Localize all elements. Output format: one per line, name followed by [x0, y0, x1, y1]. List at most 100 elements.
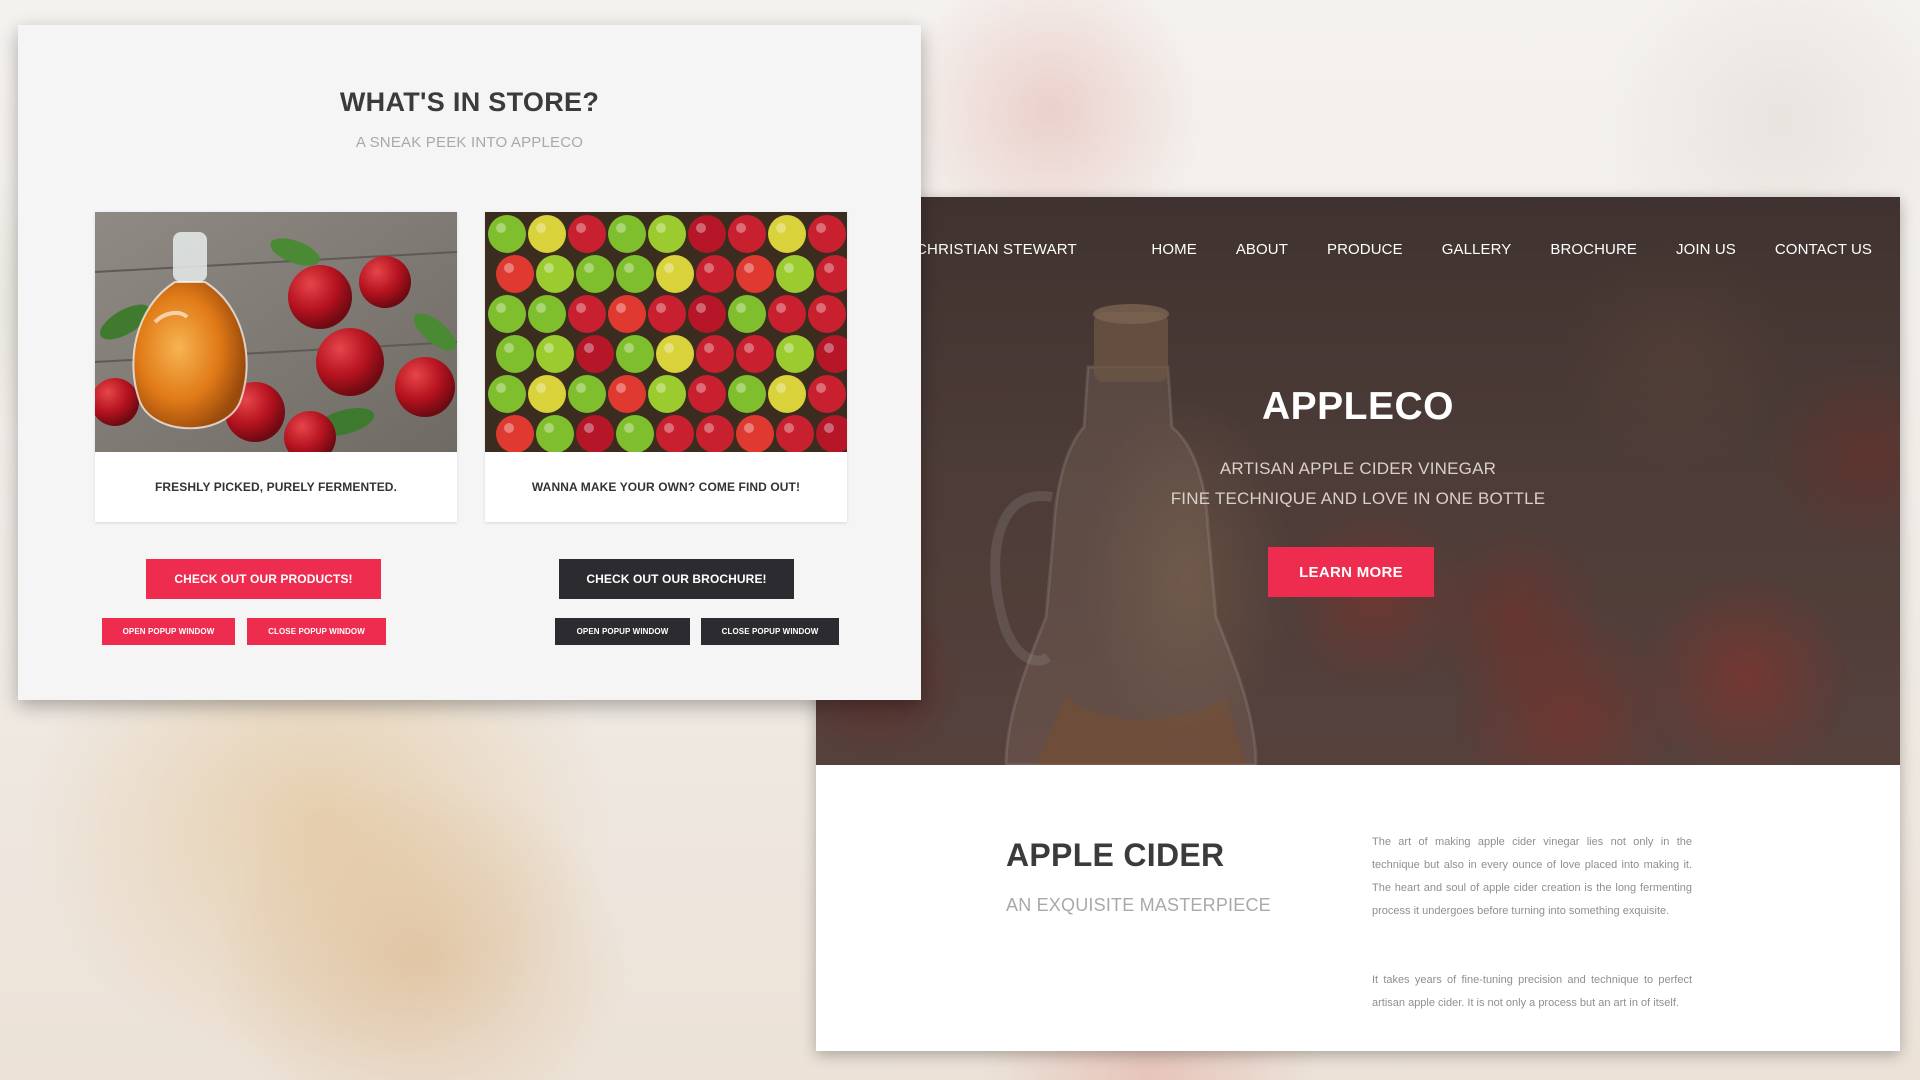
apple-shape [528, 375, 566, 413]
open-popup-button-brochure[interactable]: OPEN POPUP WINDOW [555, 618, 690, 645]
apple-highlight [664, 423, 674, 433]
apple-shape [688, 215, 726, 253]
apple-highlight [696, 223, 706, 233]
apple-highlight [576, 383, 586, 393]
nav-join-us[interactable]: JOIN US [1676, 241, 1736, 258]
close-popup-button-products[interactable]: CLOSE POPUP WINDOW [247, 618, 386, 645]
apple-shape [648, 215, 686, 253]
apple-highlight [736, 303, 746, 313]
apple-shape [608, 375, 646, 413]
apple-shape [728, 375, 766, 413]
apple-highlight [544, 343, 554, 353]
nav-brochure[interactable]: BROCHURE [1550, 241, 1637, 258]
apple-shape [728, 295, 766, 333]
main-nav: HOME ABOUT PRODUCE GALLERY BROCHURE JOIN… [1151, 241, 1872, 258]
apple-shape [536, 415, 574, 452]
apple-highlight [616, 303, 626, 313]
hero-subtitle-line1: ARTISAN APPLE CIDER VINEGAR [1219, 459, 1497, 478]
apple-highlight [624, 423, 634, 433]
website-preview: CHRISTIAN STEWART HOME ABOUT PRODUCE GAL… [816, 197, 1900, 1051]
apple-highlight [504, 263, 514, 273]
apple-shape [568, 375, 606, 413]
apple-shape [768, 375, 806, 413]
apple-shape [576, 415, 614, 452]
check-products-button[interactable]: CHECK OUT OUR PRODUCTS! [146, 559, 381, 599]
apple-highlight [744, 263, 754, 273]
nav-contact-us[interactable]: CONTACT US [1775, 241, 1872, 258]
apple-highlight [504, 423, 514, 433]
check-brochure-button[interactable]: CHECK OUT OUR BROCHURE! [559, 559, 794, 599]
apple-highlight [656, 223, 666, 233]
hero-overlay [816, 197, 1900, 765]
nav-produce[interactable]: PRODUCE [1327, 241, 1403, 258]
apple-highlight [584, 423, 594, 433]
apple-highlight [536, 303, 546, 313]
apple-highlight [784, 263, 794, 273]
apple-highlight [816, 223, 826, 233]
apple-shape [808, 375, 846, 413]
hero-subtitle-line2: FINE TECHNIQUE AND LOVE IN ONE BOTTLE [1170, 489, 1546, 508]
apple-highlight [696, 383, 706, 393]
nav-gallery[interactable]: GALLERY [1442, 241, 1512, 258]
nav-home[interactable]: HOME [1151, 241, 1196, 258]
apple-shape [768, 215, 806, 253]
apple-highlight [696, 303, 706, 313]
apple-shape [536, 335, 574, 373]
apple-shape [768, 295, 806, 333]
apple-shape [648, 295, 686, 333]
apple-highlight [584, 343, 594, 353]
apple-shape [616, 335, 654, 373]
card-caption: FRESHLY PICKED, PURELY FERMENTED. [154, 480, 398, 494]
apple-highlight [736, 383, 746, 393]
apple-shape [488, 375, 526, 413]
about-subtitle: AN EXQUISITE MASTERPIECE [1006, 895, 1271, 915]
apple-shape [736, 415, 774, 452]
apple-highlight [784, 423, 794, 433]
apple-highlight [744, 423, 754, 433]
apple-highlight [776, 223, 786, 233]
apple-shape [688, 375, 726, 413]
apple-highlight [536, 223, 546, 233]
apple-shape [528, 295, 566, 333]
apple-highlight [664, 343, 674, 353]
apple-shape [736, 335, 774, 373]
apple-highlight [664, 263, 674, 273]
apple-highlight [616, 383, 626, 393]
apple-highlight [704, 423, 714, 433]
apple-shape [568, 295, 606, 333]
apple-shape [808, 215, 846, 253]
apple-shape [696, 255, 734, 293]
apple-highlight [824, 263, 834, 273]
apple-highlight [496, 383, 506, 393]
learn-more-button[interactable]: LEARN MORE [1268, 547, 1434, 597]
apple-highlight [496, 223, 506, 233]
apple-highlight [576, 303, 586, 313]
close-popup-button-brochure[interactable]: CLOSE POPUP WINDOW [701, 618, 839, 645]
apple-highlight [576, 223, 586, 233]
apple-highlight [584, 263, 594, 273]
open-popup-button-products[interactable]: OPEN POPUP WINDOW [102, 618, 235, 645]
apple-highlight [616, 223, 626, 233]
product-card-brochure[interactable]: WANNA MAKE YOUR OWN? COME FIND OUT! [485, 212, 847, 522]
apple-highlight [496, 303, 506, 313]
apple-highlight [824, 343, 834, 353]
apple-highlight [776, 383, 786, 393]
popup-panel: WHAT'S IN STORE? A SNEAK PEEK INTO APPLE… [18, 25, 921, 700]
apple-highlight [816, 303, 826, 313]
nav-about[interactable]: ABOUT [1236, 241, 1288, 258]
apple-highlight [784, 343, 794, 353]
vinegar-image [95, 212, 457, 452]
apple-shape [608, 295, 646, 333]
about-title: APPLE CIDER [1006, 837, 1225, 873]
hero-title: APPLECO [1261, 385, 1455, 428]
apple-shape [496, 255, 534, 293]
apple-shape [488, 295, 526, 333]
apple-highlight [704, 263, 714, 273]
apple-shape [528, 215, 566, 253]
apple-shape [736, 255, 774, 293]
apple-shape [576, 335, 614, 373]
apple-shape [616, 255, 654, 293]
apple-shape [696, 415, 734, 452]
site-brand[interactable]: CHRISTIAN STEWART [916, 241, 1077, 258]
product-card-vinegar[interactable]: FRESHLY PICKED, PURELY FERMENTED. [95, 212, 457, 522]
